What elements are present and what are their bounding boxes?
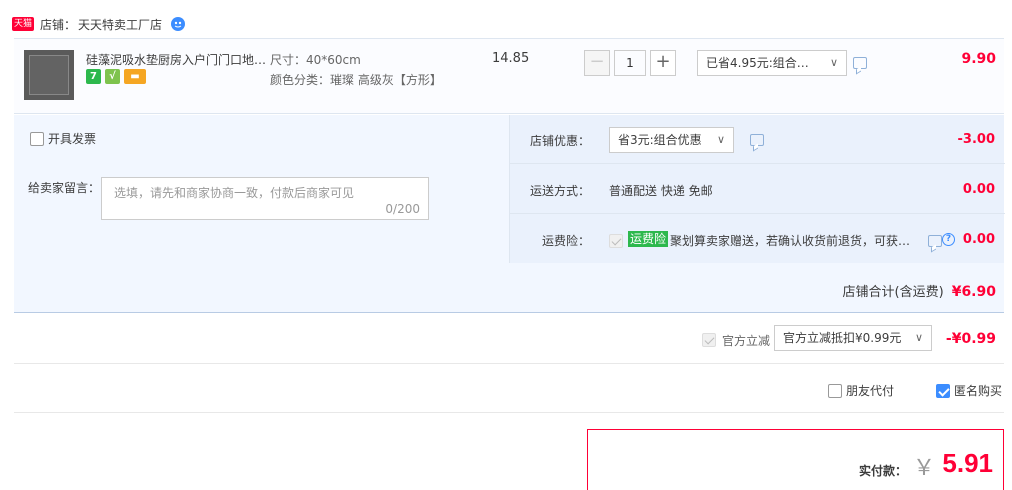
insurance-row: 运费险： 运费险 聚划算卖家赠送，若确认收货前退货，可获… ? 0.00 [510,215,1005,264]
product-title-link[interactable]: 硅藻泥吸水垫厨房入户门门口地… [86,51,266,68]
shop-header: 天猫 店铺： 天天特卖工厂店 [12,14,186,34]
message-icon[interactable] [750,134,764,146]
seven-day-return-icon: 7 [86,69,101,84]
invoice-checkbox[interactable] [30,131,44,146]
shop-total: 店铺合计(含运费) ¥6.90 [843,281,996,300]
official-discount-select-value: 官方立减抵扣¥0.99元 [783,331,902,345]
order-left-column: 开具发票 给卖家留言： 选填，请先和商家协商一致，付款后商家可见 0/200 [14,115,509,263]
shipping-label: 运送方式： [529,184,590,198]
seller-memo-textarea[interactable]: 选填，请先和商家协商一致，付款后商家可见 0/200 [101,177,429,220]
payment-summary-box: 实付款： ￥ 5.91 [587,429,1004,490]
item-discount-select-value: 已省4.95元:组合… [706,56,809,70]
shipping-method: 普通配送 快递 免邮 [609,184,713,198]
memo-char-count: 0/200 [385,202,420,216]
anonymous-purchase-option[interactable]: 匿名购买 [936,382,1002,399]
payment-options-row: 朋友代付 匿名购买 [14,365,1004,413]
quantity-decrease-button[interactable]: − [584,50,610,76]
insurance-checkbox [609,233,623,248]
invoice-label: 开具发票 [48,132,97,146]
product-thumbnail[interactable] [24,50,74,100]
message-icon[interactable] [853,57,867,69]
chevron-down-icon: ∨ [716,133,725,146]
credit-card-icon: ▬ [124,69,146,84]
help-icon[interactable]: ? [942,233,955,246]
service-icons: 7 √ ▬ [86,69,146,84]
chevron-down-icon: ∨ [914,331,923,344]
quantity-stepper: − 1 + [584,50,676,76]
shop-discount-label: 店铺优惠： [529,134,590,148]
shop-total-value: ¥6.90 [951,284,996,300]
quantity-input[interactable]: 1 [614,50,646,76]
anonymous-checkbox[interactable] [936,383,950,398]
shop-discount-select[interactable]: 省3元:组合优惠 ∨ [609,127,734,153]
tmall-badge: 天猫 [12,17,35,31]
item-discount-select[interactable]: 已省4.95元:组合… ∨ [697,50,847,76]
order-right-column: 店铺优惠： 省3元:组合优惠 ∨ -3.00 运送方式： 普通配送 快递 免邮 … [509,115,1005,264]
official-discount-row: 官方立减 官方立减抵扣¥0.99元 ∨ -¥0.99 [14,314,1004,364]
official-discount-checkbox [702,332,716,347]
insurance-description: 聚划算卖家赠送，若确认收货前退货，可获… [670,234,911,248]
chevron-down-icon: ∨ [829,56,838,69]
shipping-row: 运送方式： 普通配送 快递 免邮 0.00 [510,165,1005,214]
shop-total-label: 店铺合计(含运费) [842,285,944,300]
anonymous-label: 匿名购买 [954,384,1003,398]
friend-pay-label: 朋友代付 [846,384,895,398]
shop-name-link[interactable]: 天天特卖工厂店 [78,16,162,33]
order-panel: 开具发票 给卖家留言： 选填，请先和商家协商一致，付款后商家可见 0/200 店… [14,115,1005,313]
shop-discount-select-value: 省3元:组合优惠 [618,133,702,147]
memo-placeholder: 选填，请先和商家协商一致，付款后商家可见 [114,186,355,200]
friend-pay-option[interactable]: 朋友代付 [828,382,894,399]
wangwang-chat-icon[interactable] [170,16,186,32]
payment-amount: 5.91 [942,448,993,478]
item-total: 9.90 [961,51,996,67]
official-discount-value: -¥0.99 [945,331,996,347]
payment-label: 实付款： [858,464,907,478]
sku-color: 颜色分类：璀璨 高级灰【方形】 [270,73,442,87]
friend-pay-checkbox[interactable] [828,383,842,398]
quantity-increase-button[interactable]: + [650,50,676,76]
insurance-value: 0.00 [962,232,995,247]
currency-symbol: ￥ [912,456,935,481]
insurance-badge: 运费险 [628,231,669,247]
memo-label: 给卖家留言： [28,181,101,195]
shop-discount-row: 店铺优惠： 省3元:组合优惠 ∨ -3.00 [510,115,1005,164]
guarantee-icon: √ [105,69,120,84]
shipping-value: 0.00 [962,182,995,197]
sku-size: 尺寸：40*60cm [270,53,361,67]
message-icon[interactable] [928,235,942,247]
official-discount-label: 官方立减 [722,334,771,348]
invoice-option[interactable]: 开具发票 [30,130,96,147]
official-discount-select[interactable]: 官方立减抵扣¥0.99元 ∨ [774,325,932,351]
shop-discount-value: -3.00 [957,132,995,147]
shop-label: 店铺： [40,17,77,32]
unit-price: 14.85 [492,51,530,66]
insurance-label: 运费险： [541,234,590,248]
order-item-row: 硅藻泥吸水垫厨房入户门门口地… 7 √ ▬ 尺寸：40*60cm 颜色分类：璀璨… [14,38,1004,114]
